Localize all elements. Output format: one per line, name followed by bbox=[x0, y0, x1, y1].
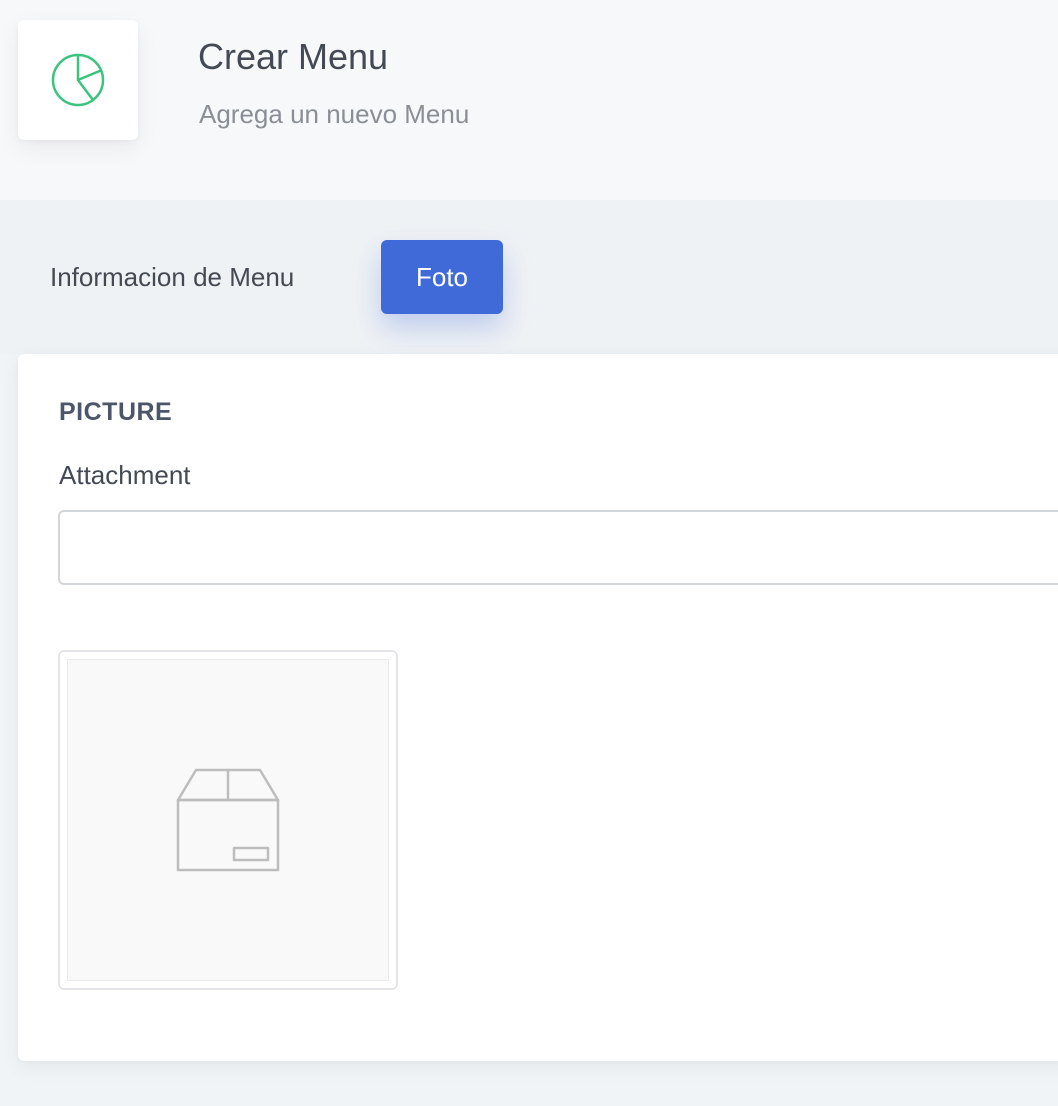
card-title: PICTURE bbox=[59, 398, 173, 426]
attachment-label: Attachment bbox=[59, 460, 191, 490]
image-placeholder bbox=[67, 659, 389, 981]
header-icon-box bbox=[18, 20, 138, 140]
pie-chart-icon bbox=[51, 53, 105, 107]
page-subtitle: Agrega un nuevo Menu bbox=[199, 99, 470, 129]
image-preview bbox=[58, 650, 398, 990]
tab-foto[interactable]: Foto bbox=[381, 240, 503, 314]
box-icon bbox=[176, 768, 280, 872]
page-title: Crear Menu bbox=[198, 36, 389, 77]
tab-informacion-de-menu[interactable]: Informacion de Menu bbox=[50, 262, 294, 293]
page-header: Crear Menu Agrega un nuevo Menu bbox=[0, 0, 1058, 200]
attachment-input[interactable] bbox=[58, 510, 1058, 585]
picture-card: PICTURE Attachment bbox=[18, 354, 1058, 1061]
